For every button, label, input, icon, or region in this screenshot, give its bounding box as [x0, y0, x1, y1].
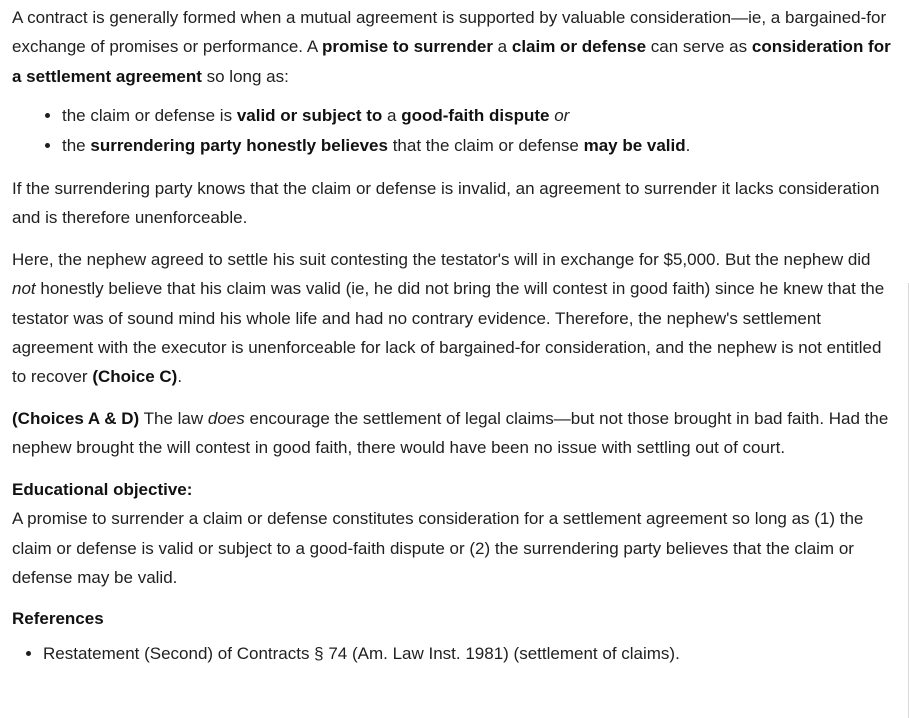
analysis-text: Here, the nephew agreed to settle his su…: [12, 249, 871, 269]
intro-text: a: [492, 37, 512, 57]
condition-bold: surrendering party honestly believes: [90, 135, 388, 155]
condition-item: the claim or defense is valid or subject…: [62, 101, 892, 130]
condition-text: that the claim or defense: [387, 135, 584, 155]
conditions-list: the claim or defense is valid or subject…: [12, 101, 892, 160]
references-heading: References: [12, 609, 104, 629]
incorrect-choices-label: (Choices A & D): [12, 408, 140, 428]
analysis-paragraph: Here, the nephew agreed to settle his su…: [12, 245, 892, 392]
objective-heading: Educational objective:: [12, 479, 193, 499]
incorrect-choices-paragraph: (Choices A & D) The law does encourage t…: [12, 404, 892, 463]
references-list: Restatement (Second) of Contracts § 74 (…: [12, 639, 892, 668]
condition-text: the claim or defense is: [62, 106, 237, 126]
analysis-text: .: [177, 367, 183, 387]
analysis-italic: not: [12, 279, 36, 299]
condition-text: a: [382, 106, 402, 126]
correct-choice-label: (Choice C): [92, 367, 178, 387]
condition-italic: or: [554, 106, 570, 126]
choices-text: The law: [139, 408, 208, 428]
intro-paragraph: A contract is generally formed when a mu…: [12, 3, 892, 91]
explanation-content: A contract is generally formed when a mu…: [12, 3, 892, 668]
intro-bold-claim: claim or defense: [511, 37, 647, 57]
invalid-claim-paragraph: If the surrendering party knows that the…: [12, 179, 880, 228]
condition-bold: valid or subject to: [236, 106, 383, 126]
intro-bold-promise: promise to surrender: [321, 37, 493, 57]
educational-objective: Educational objective: A promise to surr…: [12, 475, 892, 593]
intro-text: so long as:: [201, 66, 289, 86]
condition-bold: good-faith dispute: [401, 106, 550, 126]
references-section: References Restatement (Second) of Contr…: [12, 604, 892, 668]
condition-text: .: [685, 135, 691, 155]
condition-item: the surrendering party honestly believes…: [62, 131, 892, 160]
reference-item: Restatement (Second) of Contracts § 74 (…: [43, 639, 892, 668]
condition-bold: may be valid: [583, 135, 686, 155]
choices-italic: does: [207, 408, 245, 428]
objective-text: A promise to surrender a claim or defens…: [12, 509, 864, 587]
intro-text: can serve as: [646, 37, 752, 57]
condition-text: the: [62, 135, 91, 155]
